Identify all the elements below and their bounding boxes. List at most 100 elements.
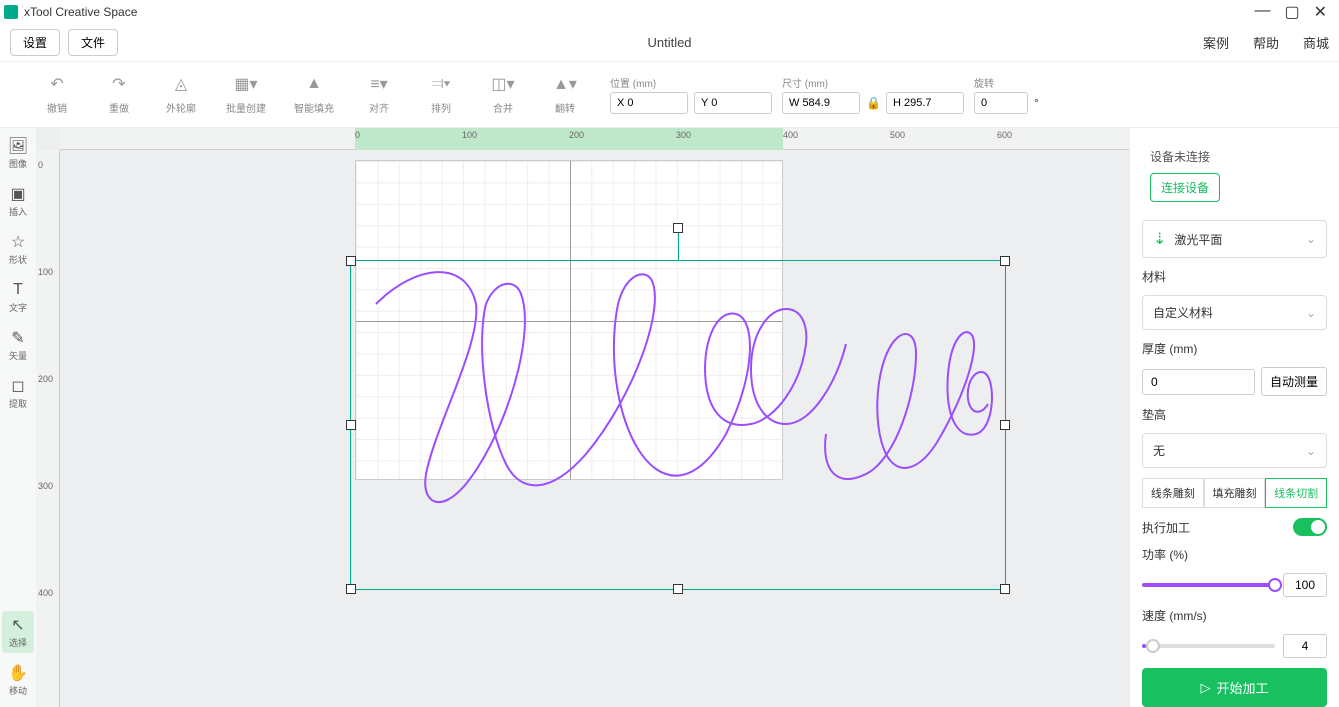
combine-button[interactable]: ◫▾合并 [486, 74, 520, 115]
resize-handle-mr[interactable] [1000, 420, 1010, 430]
shape-icon: ☆ [11, 233, 25, 251]
h-input[interactable] [886, 92, 964, 114]
execute-label: 执行加工 [1142, 519, 1190, 536]
rotation-input[interactable] [974, 92, 1028, 114]
process-tabs: 线条雕刻 填充雕刻 线条切割 [1142, 478, 1327, 508]
undo-icon: ↶ [50, 74, 63, 94]
settings-button[interactable]: 设置 [10, 29, 60, 56]
connection-panel: 设备未连接 连接设备 [1142, 140, 1327, 210]
maximize-button[interactable]: ▢ [1284, 2, 1299, 22]
w-input[interactable] [782, 92, 860, 114]
extract-icon: ◻ [11, 377, 24, 395]
thickness-label: 厚度 (mm) [1142, 340, 1327, 357]
minimize-button[interactable]: — [1254, 2, 1270, 22]
material-label: 材料 [1142, 268, 1327, 285]
outline-icon: ◬ [175, 74, 187, 94]
left-sidebar: 🖼图像 ▣插入 ☆形状 T文字 ✎矢量 ◻提取 ↖选择 ✋移动 [0, 128, 36, 707]
app-title: xTool Creative Space [24, 5, 137, 19]
connect-device-button[interactable]: 连接设备 [1150, 173, 1220, 202]
redo-button[interactable]: ↷重做 [102, 74, 136, 115]
execute-toggle[interactable] [1293, 518, 1327, 536]
image-icon: 🖼 [8, 137, 28, 155]
resize-handle-bm[interactable] [673, 584, 683, 594]
resize-handle-br[interactable] [1000, 584, 1010, 594]
canvas[interactable]: 0 100 200 300 400 500 600 0 100 200 300 … [36, 128, 1129, 707]
grid-icon: ▦▾ [234, 74, 257, 94]
store-link[interactable]: 商城 [1303, 33, 1329, 52]
degree-unit: ° [1034, 96, 1039, 110]
play-icon: ▷ [1200, 680, 1210, 696]
lock-aspect-icon[interactable]: 🔒 [866, 96, 880, 110]
ruler-vertical: 0 100 200 300 400 [36, 150, 60, 707]
chevron-down-icon: ⌄ [1306, 306, 1316, 320]
cursor-icon: ↖ [11, 616, 24, 634]
size-label: 尺寸 (mm) [782, 75, 964, 90]
flip-button[interactable]: ▲▾翻转 [548, 74, 582, 115]
arrange-icon: ⫤▾ [432, 74, 451, 94]
tab-fill-engrave[interactable]: 填充雕刻 [1204, 478, 1266, 508]
help-link[interactable]: 帮助 [1253, 33, 1279, 52]
smart-fill-button[interactable]: ▲智能填充 [294, 74, 334, 115]
extract-tool[interactable]: ◻提取 [2, 372, 34, 414]
power-label: 功率 (%) [1142, 546, 1327, 563]
material-select[interactable]: 自定义材料 ⌄ [1142, 295, 1327, 330]
power-value-input[interactable] [1283, 573, 1327, 597]
rotate-handle[interactable] [673, 223, 683, 233]
ruler-horizontal: 0 100 200 300 400 500 600 [60, 128, 1129, 150]
move-tool[interactable]: ✋移动 [2, 659, 34, 701]
laser-mode-select[interactable]: ⇣ 激光平面 ⌄ [1142, 220, 1327, 258]
device-status-text: 设备未连接 [1150, 148, 1319, 165]
combine-icon: ◫▾ [491, 74, 514, 94]
chevron-down-icon: ⌄ [1306, 232, 1316, 246]
y-input[interactable] [694, 92, 772, 114]
vector-tool[interactable]: ✎矢量 [2, 324, 34, 366]
chevron-down-icon: ⌄ [1306, 444, 1316, 458]
resize-handle-tr[interactable] [1000, 256, 1010, 266]
batch-create-button[interactable]: ▦▾批量创建 [226, 74, 266, 115]
document-title: Untitled [647, 35, 691, 50]
riser-label: 垫高 [1142, 406, 1327, 423]
right-panel: 设备未连接 连接设备 ⇣ 激光平面 ⌄ 材料 自定义材料 ⌄ 厚度 (mm) 自… [1129, 128, 1339, 707]
examples-link[interactable]: 案例 [1203, 33, 1229, 52]
insert-tool[interactable]: ▣插入 [2, 180, 34, 222]
auto-measure-button[interactable]: 自动测量 [1261, 367, 1327, 396]
redo-icon: ↷ [112, 74, 125, 94]
file-button[interactable]: 文件 [68, 29, 118, 56]
titlebar: xTool Creative Space — ▢ ✕ [0, 0, 1339, 24]
riser-select[interactable]: 无 ⌄ [1142, 433, 1327, 468]
close-button[interactable]: ✕ [1314, 2, 1327, 22]
selection-box[interactable] [350, 260, 1006, 590]
app-icon [4, 5, 18, 19]
align-icon: ≡▾ [370, 74, 387, 94]
speed-slider[interactable] [1142, 644, 1275, 648]
undo-button[interactable]: ↶撤销 [40, 74, 74, 115]
align-button[interactable]: ≡▾对齐 [362, 74, 396, 115]
start-processing-button[interactable]: ▷ 开始加工 [1142, 668, 1327, 707]
menubar: 设置 文件 Untitled 案例 帮助 商城 [0, 24, 1339, 62]
speed-label: 速度 (mm/s) [1142, 607, 1327, 624]
select-tool[interactable]: ↖选择 [2, 611, 34, 653]
resize-handle-ml[interactable] [346, 420, 356, 430]
thickness-input[interactable] [1142, 369, 1255, 395]
riser-value: 无 [1153, 442, 1165, 459]
rotation-label: 旋转 [974, 75, 1039, 90]
resize-handle-bl[interactable] [346, 584, 356, 594]
speed-value-input[interactable] [1283, 634, 1327, 658]
start-button-label: 开始加工 [1216, 678, 1268, 697]
x-input[interactable] [610, 92, 688, 114]
hand-icon: ✋ [8, 664, 28, 682]
tab-line-engrave[interactable]: 线条雕刻 [1142, 478, 1204, 508]
power-slider[interactable] [1142, 583, 1275, 587]
tab-line-cut[interactable]: 线条切割 [1265, 478, 1327, 508]
position-label: 位置 (mm) [610, 75, 772, 90]
resize-handle-tl[interactable] [346, 256, 356, 266]
outline-button[interactable]: ◬外轮廓 [164, 74, 198, 115]
text-tool[interactable]: T文字 [2, 276, 34, 318]
arrange-button[interactable]: ⫤▾排列 [424, 74, 458, 115]
shape-tool[interactable]: ☆形状 [2, 228, 34, 270]
insert-icon: ▣ [10, 185, 25, 203]
laser-mode-label: 激光平面 [1174, 231, 1222, 248]
material-value: 自定义材料 [1153, 304, 1213, 321]
image-tool[interactable]: 🖼图像 [2, 132, 34, 174]
text-icon: T [13, 281, 23, 299]
